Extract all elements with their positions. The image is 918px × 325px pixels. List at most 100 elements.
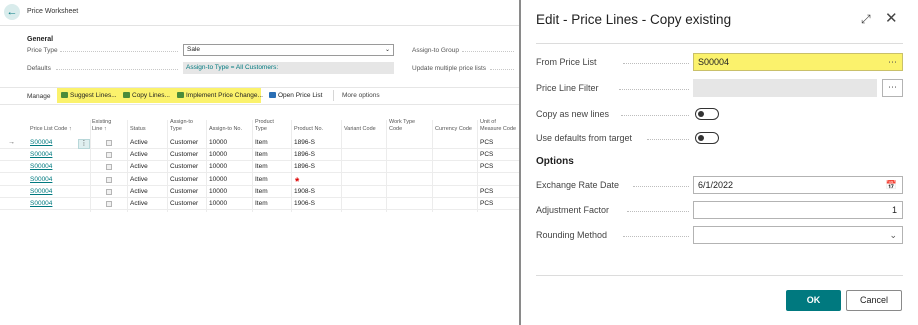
dialog-footer-divider bbox=[536, 275, 903, 276]
price-list-code-cell[interactable]: S00004 bbox=[30, 200, 52, 207]
exchange-rate-date-input[interactable]: 6/1/2022 📅 bbox=[693, 176, 903, 194]
assign-to-type-cell: Customer bbox=[170, 163, 199, 171]
use-defaults-dots bbox=[647, 139, 689, 140]
close-icon[interactable]: ✕ bbox=[885, 9, 898, 27]
price-list-code-cell[interactable]: S00004 bbox=[30, 163, 52, 170]
open-price-list-label: Open Price List bbox=[278, 92, 323, 99]
back-arrow-icon[interactable]: ← bbox=[4, 4, 20, 20]
chevron-down-icon: ⌄ bbox=[384, 47, 390, 53]
cancel-button[interactable]: Cancel bbox=[846, 290, 902, 311]
product-no-cell: 1906-S bbox=[294, 200, 315, 207]
col-unit-of-measure-2[interactable]: Measure Code bbox=[480, 126, 516, 133]
app-root: ← Price Worksheet General Price Type Sal… bbox=[0, 0, 918, 325]
dialog-title-divider bbox=[536, 43, 903, 44]
expand-icon[interactable]: ⤢ bbox=[861, 12, 871, 27]
col-product-no[interactable]: Product No. bbox=[294, 126, 323, 133]
manage-menu[interactable]: Manage bbox=[27, 93, 51, 100]
exchange-rate-date-label: Exchange Rate Date bbox=[536, 180, 620, 190]
defaults-field[interactable]: Assign-to Type = All Customers: bbox=[183, 62, 394, 74]
update-multiple-dots bbox=[490, 69, 514, 70]
unit-of-measure-cell: PCS bbox=[480, 163, 494, 171]
status-cell: Active bbox=[130, 175, 148, 183]
table-row[interactable]: S00004 Active Customer 10000 Item 1906-S PCS bbox=[0, 198, 519, 210]
col-work-type-code-1[interactable]: Work Type bbox=[389, 119, 415, 126]
adjustment-factor-input[interactable]: 1 bbox=[693, 201, 903, 219]
defaults-dots bbox=[56, 69, 178, 70]
product-type-cell: Item bbox=[255, 175, 268, 183]
price-type-label: Price Type bbox=[27, 47, 58, 54]
copy-as-new-lines-label: Copy as new lines bbox=[536, 109, 610, 119]
table-row[interactable]: S00004 Active Customer 10000 Item bbox=[0, 174, 519, 186]
rounding-method-label: Rounding Method bbox=[536, 230, 608, 240]
col-variant-code[interactable]: Variant Code bbox=[344, 126, 376, 133]
status-cell: Active bbox=[130, 163, 148, 171]
col-unit-of-measure-1[interactable]: Unit of bbox=[480, 119, 496, 126]
price-list-code-cell[interactable]: S00004 bbox=[30, 151, 52, 158]
assign-to-type-cell: Customer bbox=[170, 200, 199, 207]
filter-assist-button[interactable]: ⋯ bbox=[882, 79, 903, 97]
price-type-select[interactable]: Sale ⌄ bbox=[183, 44, 394, 56]
price-list-code-cell[interactable]: S00004 bbox=[30, 139, 52, 146]
existing-line-checkbox[interactable] bbox=[106, 201, 112, 207]
from-price-list-input[interactable]: S00004 ⋯ bbox=[693, 53, 903, 71]
use-defaults-toggle[interactable] bbox=[695, 132, 719, 144]
assign-to-no-cell: 10000 bbox=[209, 175, 228, 183]
open-price-list-button[interactable]: Open Price List bbox=[269, 92, 322, 99]
assign-to-group-label: Assign-to Group bbox=[412, 47, 459, 54]
table-row[interactable]: S00004 Active Customer 10000 Item 1896-S PCS bbox=[0, 161, 519, 174]
col-existing-line-1[interactable]: Existing bbox=[92, 119, 111, 126]
col-currency-code[interactable]: Currency Code bbox=[435, 126, 472, 133]
price-list-code-cell[interactable]: S00004 bbox=[30, 188, 52, 195]
existing-line-checkbox[interactable] bbox=[106, 164, 112, 171]
col-assign-to-type-2[interactable]: Type bbox=[170, 126, 182, 133]
calendar-icon[interactable]: 📅 bbox=[886, 177, 897, 193]
more-options-button[interactable]: More options bbox=[342, 92, 380, 99]
rounding-method-select[interactable]: ⌄ bbox=[693, 226, 903, 244]
implement-price-change-button[interactable]: Implement Price Change... bbox=[177, 92, 263, 99]
implement-price-change-icon bbox=[177, 92, 184, 98]
product-type-cell: Item bbox=[255, 139, 268, 146]
suggest-lines-icon bbox=[61, 92, 68, 98]
existing-line-checkbox[interactable] bbox=[106, 152, 112, 159]
status-cell: Active bbox=[130, 139, 148, 146]
row-menu-icon[interactable]: ⋮ bbox=[78, 139, 90, 149]
existing-line-checkbox[interactable] bbox=[106, 176, 112, 183]
price-line-filter-label: Price Line Filter bbox=[536, 83, 599, 93]
col-product-type-2[interactable]: Type bbox=[255, 126, 267, 133]
product-no-cell: 1896-S bbox=[294, 163, 315, 171]
suggest-lines-button[interactable]: Suggest Lines... bbox=[61, 92, 117, 99]
table-row[interactable]: S00004 Active Customer 10000 Item 1908-S PCS bbox=[0, 186, 519, 198]
assign-to-group-dots bbox=[462, 51, 514, 52]
assign-to-no-cell: 10000 bbox=[209, 163, 228, 171]
action-separator bbox=[333, 90, 334, 101]
col-price-list-code[interactable]: Price List Code ↑ bbox=[30, 126, 72, 133]
unit-of-measure-cell: PCS bbox=[480, 200, 494, 207]
current-row-arrow-icon: → bbox=[8, 139, 15, 146]
price-line-filter-input[interactable] bbox=[693, 79, 877, 97]
price-list-code-cell[interactable]: S00004 bbox=[30, 176, 52, 183]
lookup-ellipsis-icon[interactable]: ⋯ bbox=[888, 54, 897, 70]
product-no-cell: 1896-S bbox=[294, 151, 315, 159]
defaults-label: Defaults bbox=[27, 65, 51, 72]
col-assign-to-no[interactable]: Assign-to No. bbox=[209, 126, 242, 133]
ok-button[interactable]: OK bbox=[786, 290, 841, 311]
copy-lines-button[interactable]: Copy Lines... bbox=[123, 92, 170, 99]
price-line-filter-dots bbox=[619, 89, 689, 90]
col-status[interactable]: Status bbox=[130, 126, 146, 133]
existing-line-checkbox[interactable] bbox=[106, 140, 112, 146]
exchange-rate-date-value: 6/1/2022 bbox=[698, 180, 734, 190]
dialog-title: Edit - Price Lines - Copy existing bbox=[536, 12, 732, 27]
unit-of-measure-cell: PCS bbox=[480, 151, 494, 159]
copy-as-new-lines-toggle[interactable] bbox=[695, 108, 719, 120]
col-work-type-code-2[interactable]: Code bbox=[389, 126, 402, 133]
copy-as-new-lines-dots bbox=[621, 115, 689, 116]
col-existing-line-2[interactable]: Line ↑ bbox=[92, 126, 107, 133]
table-row[interactable]: S00004 Active Customer 10000 Item 1896-S PCS bbox=[0, 149, 519, 162]
col-product-type-1[interactable]: Product bbox=[255, 119, 274, 126]
from-price-list-value: S00004 bbox=[698, 57, 730, 67]
exchange-rate-date-dots bbox=[633, 186, 689, 187]
required-field-marker: * bbox=[295, 176, 300, 188]
existing-line-checkbox[interactable] bbox=[106, 188, 112, 195]
unit-of-measure-cell: PCS bbox=[480, 187, 494, 195]
col-assign-to-type-1[interactable]: Assign-to bbox=[170, 119, 193, 126]
